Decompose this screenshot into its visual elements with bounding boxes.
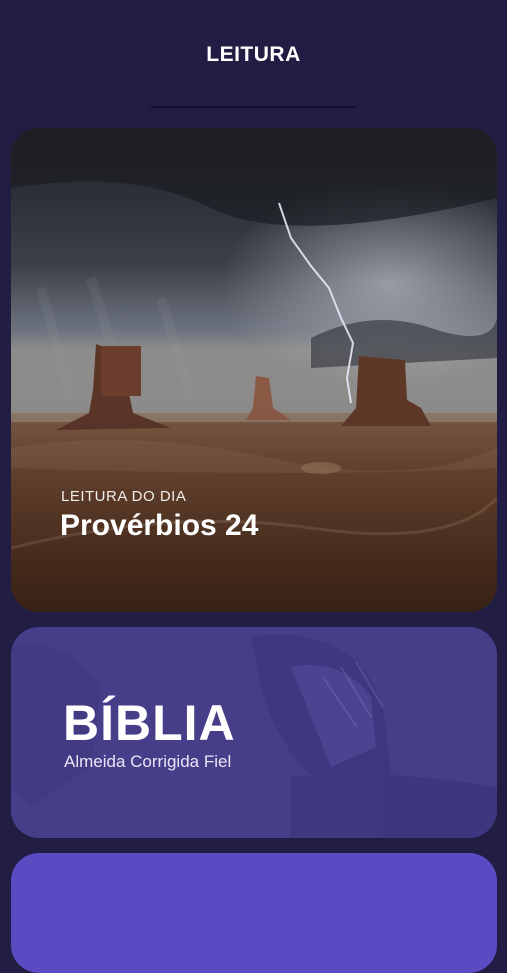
top-header: LEITURA — [0, 0, 507, 110]
bible-subtitle: Almeida Corrigida Fiel — [64, 752, 232, 771]
next-card[interactable] — [11, 853, 497, 973]
bible-card[interactable]: BÍBLIA Almeida Corrigida Fiel — [11, 627, 497, 838]
daily-reading-card[interactable]: LEITURA DO DIA Provérbios 24 — [11, 128, 497, 612]
bible-title: BÍBLIA — [63, 695, 236, 751]
daily-reading-label: LEITURA DO DIA — [61, 488, 187, 505]
header-divider — [150, 106, 357, 108]
page-title: LEITURA — [206, 43, 301, 66]
daily-reading-title: Provérbios 24 — [60, 509, 259, 542]
